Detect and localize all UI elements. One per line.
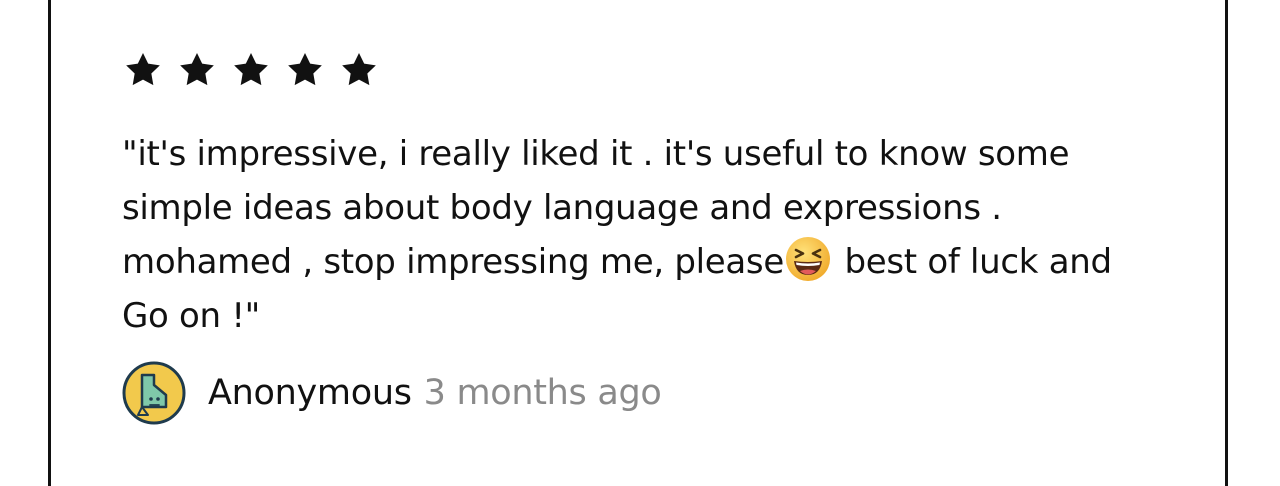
- review-timestamp: 3 months ago: [423, 373, 662, 413]
- author-name[interactable]: Anonymous: [208, 373, 412, 413]
- star-rating: [122, 50, 380, 90]
- star-icon: [180, 53, 214, 86]
- star-icon: [126, 53, 160, 86]
- grinning-squinting-face-icon: [785, 237, 830, 281]
- review-meta: Anonymous 3 months ago: [122, 360, 662, 426]
- anonymous-character-avatar-icon[interactable]: [122, 361, 186, 425]
- star-icon: [234, 53, 268, 86]
- star-icon: [288, 53, 322, 86]
- star-icon: [342, 53, 376, 86]
- review-text: "it's impressive, i really liked it . it…: [122, 128, 1162, 343]
